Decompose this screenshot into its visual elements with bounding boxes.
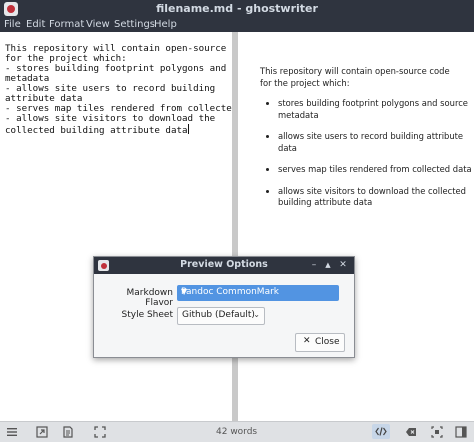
editor-text: This repository will contain open-source… — [5, 43, 265, 136]
focus-icon[interactable] — [431, 426, 443, 438]
close-button-label: Close — [315, 337, 340, 347]
style-sheet-value: Github (Default) — [182, 310, 255, 320]
menu-bar: File Edit Format View Settings Help — [0, 18, 474, 32]
export-icon[interactable] — [36, 426, 48, 438]
html-preview-toggle[interactable] — [372, 424, 390, 439]
chevron-down-icon: ▼ — [181, 287, 188, 296]
menu-edit[interactable]: Edit — [26, 19, 45, 30]
list-item: allows site visitors to download the col… — [278, 186, 474, 209]
menu-format[interactable]: Format — [49, 19, 84, 30]
status-bar: 42 words — [0, 421, 474, 442]
chevron-down-icon: ⌄ — [253, 310, 260, 319]
menu-settings[interactable]: Settings — [114, 19, 155, 30]
minimize-icon[interactable]: – — [309, 259, 319, 271]
preview-list: stores building footprint polygons and s… — [260, 98, 474, 219]
preview-options-dialog: Preview Options – ▲ ✕ Markdown Flavor Pa… — [93, 256, 355, 358]
outline-icon[interactable] — [455, 426, 467, 438]
backspace-icon[interactable] — [405, 426, 417, 438]
close-icon[interactable]: ✕ — [338, 259, 348, 271]
list-item: serves map tiles rendered from collected… — [278, 164, 474, 176]
markdown-flavor-select[interactable]: Pandoc CommonMark ▼ — [177, 285, 339, 301]
text-caret — [187, 124, 189, 134]
list-item: stores building footprint polygons and s… — [278, 98, 474, 121]
document-icon[interactable] — [62, 426, 74, 438]
window-titlebar[interactable]: filename.md - ghostwriter — [0, 0, 474, 18]
hamburger-icon[interactable] — [6, 426, 18, 438]
menu-view[interactable]: View — [86, 19, 110, 30]
html-preview: This repository will contain open-source… — [238, 32, 474, 421]
close-button[interactable]: ✕ Close — [295, 333, 345, 352]
menu-file[interactable]: File — [4, 19, 21, 30]
close-icon: ✕ — [303, 336, 311, 346]
style-sheet-select[interactable]: Github (Default) ⌄ — [177, 307, 265, 325]
style-sheet-label: Style Sheet — [121, 310, 174, 320]
fullscreen-icon[interactable] — [94, 426, 106, 438]
markdown-editor[interactable]: This repository will contain open-source… — [0, 32, 265, 421]
code-icon — [375, 427, 387, 436]
dialog-titlebar[interactable]: Preview Options – ▲ ✕ — [94, 257, 354, 274]
list-item: allows site users to record building att… — [278, 131, 474, 154]
window-title: filename.md - ghostwriter — [156, 2, 318, 15]
maximize-icon[interactable]: ▲ — [323, 259, 333, 271]
preview-paragraph: This repository will contain open-source… — [260, 66, 450, 88]
markdown-flavor-label: Markdown Flavor — [126, 288, 173, 308]
menu-help[interactable]: Help — [154, 19, 177, 30]
word-count: 42 words — [216, 427, 258, 437]
